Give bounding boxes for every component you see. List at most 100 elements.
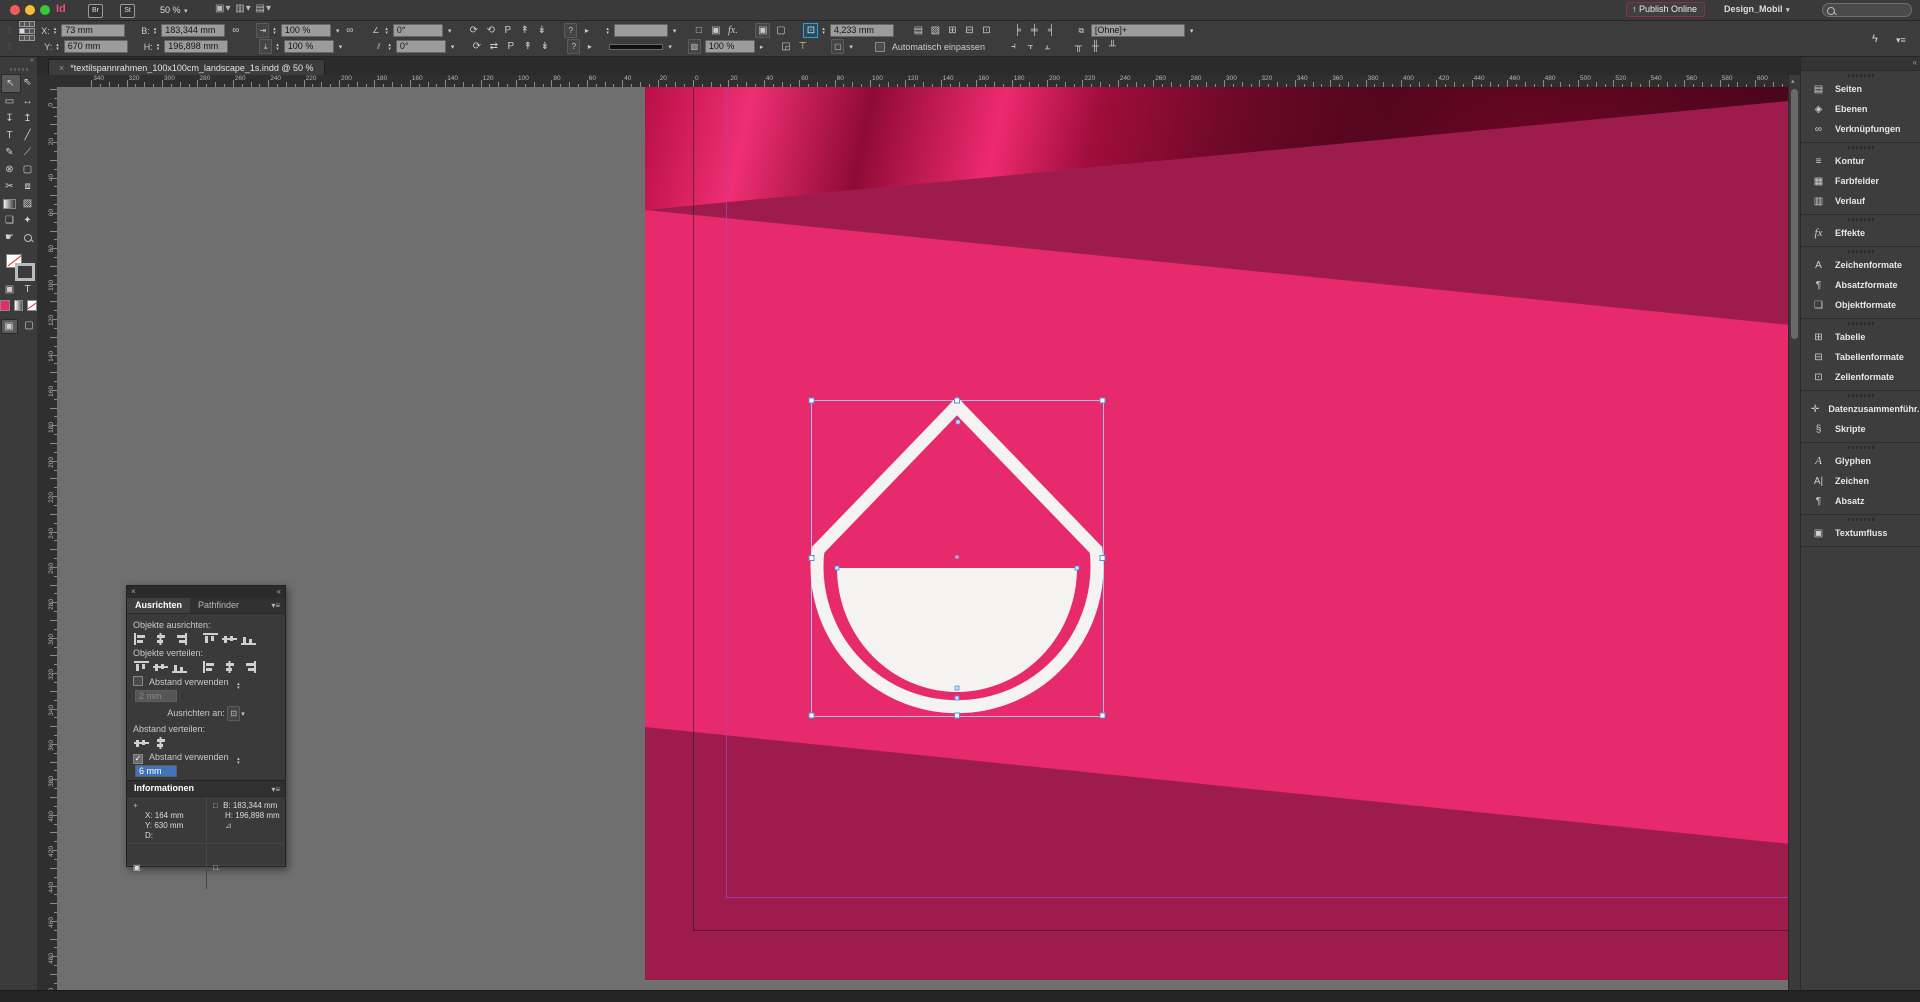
distribute-icon-5[interactable]: ╫ bbox=[1089, 40, 1102, 53]
preview-mode-button[interactable]: ▢ bbox=[22, 319, 37, 332]
apply-none-button[interactable] bbox=[27, 300, 37, 311]
gradient-swatch-tool[interactable] bbox=[1, 195, 19, 212]
vertical-ruler[interactable]: 0204060801001201401601802002202402602803… bbox=[37, 87, 58, 990]
y-position-field[interactable]: 670 mm bbox=[64, 40, 128, 53]
quick-apply-icon[interactable]: ϟ bbox=[1872, 33, 1878, 45]
pen-tool[interactable]: ✎ bbox=[1, 144, 19, 161]
dock-item-effekte[interactable]: fxEffekte bbox=[1801, 223, 1920, 243]
info-panel-header[interactable]: Informationen ▾≡ bbox=[127, 780, 285, 797]
use-spacing-checkbox-1[interactable] bbox=[133, 676, 143, 686]
shear-field[interactable]: 0° bbox=[396, 40, 446, 53]
zoom-tool[interactable] bbox=[19, 229, 37, 246]
hand-tool[interactable]: ☛ bbox=[1, 229, 19, 246]
constrain-dimensions-icon[interactable]: ∞ bbox=[229, 24, 242, 37]
horizontal-scrollbar-area[interactable] bbox=[0, 990, 1920, 1002]
distribute-horizontal-centers-button[interactable] bbox=[221, 660, 238, 673]
dock-item-farbfelder[interactable]: ▦Farbfelder bbox=[1801, 171, 1920, 191]
align-horizontal-centers-button[interactable] bbox=[152, 632, 169, 645]
selected-logo-object[interactable] bbox=[797, 387, 1117, 727]
close-tab-icon[interactable]: × bbox=[59, 63, 64, 73]
fit-content-icon[interactable]: ▢ bbox=[774, 24, 787, 37]
align-to-dropdown[interactable]: ⊡ bbox=[227, 706, 240, 721]
dock-group-grip[interactable] bbox=[1848, 146, 1874, 149]
help-button-2[interactable]: ? bbox=[567, 39, 580, 54]
distribute-icon-1[interactable]: ⫞ bbox=[1007, 40, 1020, 53]
wrap-button[interactable]: ⊤ bbox=[796, 40, 809, 53]
align-right-button[interactable]: ╡ bbox=[1045, 24, 1058, 37]
rotation-field[interactable]: 0° bbox=[393, 24, 443, 37]
dock-item-skripte[interactable]: §Skripte bbox=[1801, 419, 1920, 439]
tab-ausrichten[interactable]: Ausrichten bbox=[127, 598, 190, 613]
dock-group-grip[interactable] bbox=[1848, 446, 1874, 449]
spacing-field-2[interactable]: 6 mm bbox=[135, 765, 177, 777]
scroll-up-icon[interactable]: ▴ bbox=[1791, 77, 1795, 85]
distribute-icon-4[interactable]: ╥ bbox=[1072, 40, 1085, 53]
zoom-level-dropdown[interactable]: 50 % ▾ bbox=[160, 5, 188, 15]
dock-group-grip[interactable] bbox=[1848, 250, 1874, 253]
fitting-icon-1[interactable]: ▤ bbox=[912, 24, 925, 37]
fitting-icon-4[interactable]: ⊟ bbox=[963, 24, 976, 37]
free-transform-tool[interactable]: ⧈ bbox=[19, 178, 37, 195]
canvas-pasteboard[interactable] bbox=[57, 87, 1788, 990]
line-tool[interactable]: ╱ bbox=[19, 127, 37, 144]
stroke-type-dropdown[interactable] bbox=[614, 24, 668, 37]
publish-online-button[interactable]: ↑ Publish Online bbox=[1626, 2, 1705, 17]
stock-button[interactable]: St bbox=[120, 4, 135, 18]
effects-icon[interactable]: ▣ bbox=[709, 24, 722, 37]
tools-grip[interactable] bbox=[10, 68, 28, 71]
fitting-icon-3[interactable]: ⊞ bbox=[946, 24, 959, 37]
preset-dropdown[interactable]: ▢ bbox=[831, 39, 844, 54]
center-point[interactable] bbox=[955, 555, 959, 559]
distribute-icon-2[interactable]: ⫟ bbox=[1024, 40, 1037, 53]
panel-menu-icon[interactable]: ▾≡ bbox=[271, 598, 285, 613]
normal-view-button[interactable]: ▣ bbox=[1, 319, 18, 334]
corner-radius-icon[interactable]: ⊡ bbox=[803, 23, 818, 38]
fitting-icon-5[interactable]: ⊡ bbox=[980, 24, 993, 37]
gap-tool[interactable]: ↔ bbox=[19, 93, 37, 110]
rotate-ccw-button[interactable]: ⟲ bbox=[484, 24, 497, 37]
dock-item-zeichen[interactable]: A|Zeichen bbox=[1801, 471, 1920, 491]
dock-group-grip[interactable] bbox=[1848, 322, 1874, 325]
dock-item-absatz[interactable]: ¶Absatz bbox=[1801, 491, 1920, 511]
apply-to-text-button[interactable]: T bbox=[21, 283, 35, 295]
zoom-window-button[interactable] bbox=[40, 5, 50, 15]
dock-item-tabellenformate[interactable]: ⊟Tabellenformate bbox=[1801, 347, 1920, 367]
gradient-feather-tool[interactable]: ▨ bbox=[19, 195, 37, 212]
scale-y-field[interactable]: 100 % bbox=[284, 40, 334, 53]
view-options-dropdowns[interactable]: ▣▾ ▥▾ ▤▾ bbox=[215, 3, 272, 14]
close-window-button[interactable] bbox=[10, 5, 20, 15]
distribute-vertical-centers-button[interactable] bbox=[152, 660, 169, 673]
select-next-button[interactable]: ↡ bbox=[538, 40, 551, 53]
dock-item-textumfluss[interactable]: ▣Textumfluss bbox=[1801, 523, 1920, 543]
width-field[interactable]: 183,344 mm bbox=[161, 24, 225, 37]
fitting-icon-2[interactable]: ▧ bbox=[929, 24, 942, 37]
distribute-left-edges-button[interactable] bbox=[202, 660, 219, 673]
apply-color-button[interactable] bbox=[0, 300, 10, 311]
color-theme-tool[interactable]: ❏ bbox=[1, 212, 19, 229]
collapse-tools-icon[interactable]: « bbox=[0, 57, 37, 67]
distribute-icon-3[interactable]: ⫠ bbox=[1041, 40, 1054, 53]
help-button[interactable]: ? bbox=[564, 23, 577, 38]
align-right-edges-button[interactable] bbox=[171, 632, 188, 645]
dock-item-zellenformate[interactable]: ⊡Zellenformate bbox=[1801, 367, 1920, 387]
select-prev-button[interactable]: ↟ bbox=[521, 40, 534, 53]
distribute-vertical-space-button[interactable] bbox=[133, 736, 150, 749]
rotate-180-button[interactable]: ⟳ bbox=[470, 40, 483, 53]
type-tool[interactable]: T bbox=[1, 127, 19, 144]
eyedropper-tool[interactable]: ✦ bbox=[19, 212, 37, 229]
dock-item-tabelle[interactable]: ⊞Tabelle bbox=[1801, 327, 1920, 347]
content-collector-tool[interactable]: ↧ bbox=[1, 110, 19, 127]
document-tab[interactable]: ×*textilspannrahmen_100x100cm_landscape_… bbox=[48, 59, 325, 76]
info-panel-menu-icon[interactable]: ▾≡ bbox=[271, 785, 280, 794]
dock-group-grip[interactable] bbox=[1848, 394, 1874, 397]
dock-item-verlauf[interactable]: ▥Verlauf bbox=[1801, 191, 1920, 211]
dock-item-glyphen[interactable]: AGlyphen bbox=[1801, 451, 1920, 471]
dock-item-absatzformate[interactable]: ¶Absatzformate bbox=[1801, 275, 1920, 295]
minimize-window-button[interactable] bbox=[25, 5, 35, 15]
dock-item-seiten[interactable]: ▤Seiten bbox=[1801, 79, 1920, 99]
align-left-edges-button[interactable] bbox=[133, 632, 150, 645]
distribute-bottom-edges-button[interactable] bbox=[171, 660, 188, 673]
fill-stroke-proxy[interactable] bbox=[6, 254, 32, 278]
tab-pathfinder[interactable]: Pathfinder bbox=[190, 598, 247, 613]
distribute-top-edges-button[interactable] bbox=[133, 660, 150, 673]
